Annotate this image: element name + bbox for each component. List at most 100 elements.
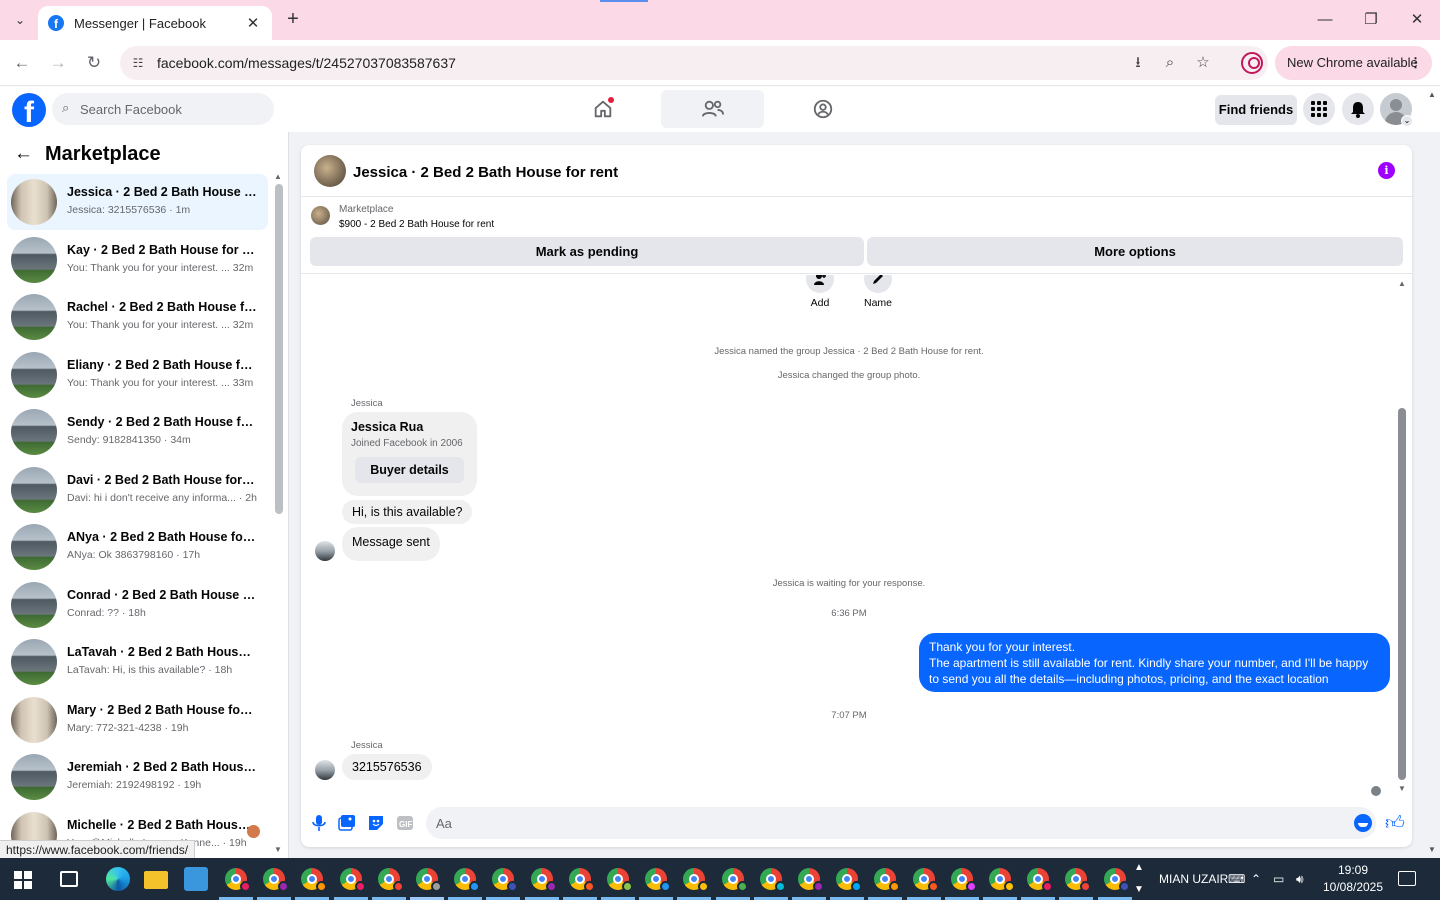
buyer-details-button[interactable]: Buyer details (355, 457, 464, 483)
minimize-button[interactable]: — (1302, 6, 1348, 34)
conversation-item[interactable]: ANya · 2 Bed 2 Bath House for rent ANya: … (7, 519, 268, 575)
forward-icon[interactable]: → (45, 50, 71, 76)
nav-home[interactable] (551, 90, 654, 128)
incoming-message[interactable]: Hi, is this available? (342, 500, 473, 524)
add-people-button[interactable]: Add (800, 275, 840, 309)
listing-thumbnail[interactable] (311, 206, 330, 225)
photo-icon[interactable] (338, 814, 356, 832)
nav-groups[interactable] (771, 90, 874, 128)
facebook-search[interactable]: ⌕ (52, 93, 274, 125)
conversation-item[interactable]: LaTavah · 2 Bed 2 Bath House for rent LaT… (7, 634, 268, 690)
url-text[interactable]: facebook.com/messages/t/2452703708358763… (157, 55, 456, 71)
app-icon[interactable] (184, 867, 208, 891)
chrome-taskbar-icon[interactable] (912, 868, 939, 892)
taskbar-scroll-up-icon[interactable]: ▲ (1134, 862, 1144, 873)
site-info-icon[interactable]: ☷ (128, 53, 148, 73)
info-icon[interactable]: i (1378, 162, 1395, 179)
address-bar[interactable]: ☷ facebook.com/messages/t/24527037083587… (120, 46, 1268, 80)
page-scroll-up-icon[interactable]: ▲ (1428, 90, 1436, 99)
microphone-icon[interactable] (310, 814, 328, 832)
network-icon[interactable]: ▭ (1273, 872, 1284, 886)
back-arrow-icon[interactable]: ← (14, 143, 33, 165)
gif-icon[interactable]: GIF (396, 814, 414, 832)
scroll-up-icon[interactable]: ▲ (274, 172, 282, 181)
chat-scroll-up-icon[interactable]: ▲ (1398, 279, 1406, 288)
listing-title[interactable]: $900 - 2 Bed 2 Bath House for rent (339, 219, 494, 230)
chrome-taskbar-icon[interactable] (339, 868, 366, 892)
language-icon[interactable]: ⌨ (1228, 872, 1245, 886)
page-scroll-down-icon[interactable]: ▼ (1428, 845, 1436, 854)
file-explorer-icon[interactable] (144, 871, 168, 889)
notifications-button[interactable] (1342, 93, 1374, 125)
taskbar-scroll-down-icon[interactable]: ▼ (1134, 884, 1144, 895)
chrome-update-button[interactable]: New Chrome available ⋮ (1275, 46, 1432, 80)
incoming-message[interactable]: Message sent (342, 527, 440, 561)
back-icon[interactable]: ← (9, 50, 35, 76)
conversation-item[interactable]: Sendy · 2 Bed 2 Bath House for rent Sendy… (7, 404, 268, 460)
chrome-taskbar-icon[interactable] (683, 868, 710, 892)
outgoing-message[interactable]: Thank you for your interest. The apartme… (919, 633, 1390, 692)
more-options-button[interactable]: More options (867, 237, 1403, 266)
nav-friends[interactable] (661, 90, 764, 128)
notification-center-icon[interactable] (1398, 871, 1416, 886)
chat-avatar[interactable] (314, 155, 346, 187)
new-tab-button[interactable]: + (282, 8, 304, 30)
chrome-menu-icon[interactable]: ⋮ (1409, 46, 1422, 80)
conversation-item[interactable]: Rachel · 2 Bed 2 Bath House for rent You:… (7, 289, 268, 345)
reload-icon[interactable]: ↻ (81, 50, 107, 76)
chrome-taskbar-icon[interactable] (263, 868, 290, 892)
facebook-logo-icon[interactable]: f (12, 93, 46, 127)
search-input[interactable] (80, 93, 270, 125)
conversation-item[interactable]: Conrad · 2 Bed 2 Bath House for rent Conr… (7, 577, 268, 633)
chrome-profile-icon[interactable] (1241, 52, 1263, 74)
chrome-taskbar-icon[interactable] (1103, 868, 1130, 892)
chrome-taskbar-icon[interactable] (1065, 868, 1092, 892)
chrome-taskbar-icon[interactable] (377, 868, 404, 892)
conversation-item[interactable]: Jeremiah · 2 Bed 2 Bath House for rent Je… (7, 749, 268, 805)
chat-scroll-down-icon[interactable]: ▼ (1398, 784, 1406, 793)
chrome-taskbar-icon[interactable] (836, 868, 863, 892)
chrome-taskbar-icon[interactable] (874, 868, 901, 892)
sender-avatar[interactable] (315, 760, 335, 780)
chrome-taskbar-icon[interactable] (225, 868, 251, 892)
conversation-item[interactable]: Davi · 2 Bed 2 Bath House for rent Davi: … (7, 462, 268, 518)
tab-close-icon[interactable]: ✕ (244, 14, 262, 32)
conversation-item[interactable]: Eliany · 2 Bed 2 Bath House for rent You:… (7, 347, 268, 403)
scroll-down-icon[interactable]: ▼ (274, 845, 282, 854)
chrome-taskbar-icon[interactable] (759, 868, 786, 892)
chrome-taskbar-icon[interactable] (798, 868, 824, 892)
conversation-item[interactable]: Mary · 2 Bed 2 Bath House for rent Mary: … (7, 692, 268, 748)
edge-icon[interactable] (106, 867, 130, 891)
tray-chevron-icon[interactable]: ⌃ (1251, 872, 1261, 886)
bookmark-star-icon[interactable]: ☆ (1192, 52, 1214, 74)
buyer-name[interactable]: Jessica Rua (351, 420, 423, 434)
chat-scrollbar[interactable] (1398, 408, 1406, 780)
chrome-taskbar-icon[interactable] (492, 868, 519, 892)
chrome-taskbar-icon[interactable] (530, 868, 557, 892)
sticker-icon[interactable] (367, 814, 385, 832)
volume-icon[interactable]: 🔊︎ (1296, 872, 1304, 887)
sidebar-scrollbar[interactable] (275, 184, 283, 514)
chevron-down-icon[interactable]: ⌄ (1401, 115, 1413, 127)
emoji-icon[interactable] (1354, 814, 1372, 832)
chat-title[interactable]: Jessica · 2 Bed 2 Bath House for rent (353, 164, 618, 181)
message-input-box[interactable] (426, 807, 1376, 839)
mark-as-pending-button[interactable]: Mark as pending (310, 237, 864, 266)
chrome-taskbar-icon[interactable] (645, 868, 672, 892)
sender-avatar[interactable] (315, 541, 335, 561)
conversation-item[interactable]: Jessica · 2 Bed 2 Bath House for rent Jes… (7, 174, 268, 230)
chrome-taskbar-icon[interactable] (568, 868, 595, 892)
chrome-taskbar-icon[interactable] (607, 868, 633, 892)
chrome-taskbar-icon[interactable] (301, 868, 328, 892)
restore-button[interactable]: ❐ (1348, 6, 1394, 34)
message-input[interactable] (436, 807, 1336, 839)
incoming-message[interactable]: 3215576536 (342, 754, 432, 780)
name-group-button[interactable]: Name (858, 275, 898, 309)
find-friends-button[interactable]: Find friends (1215, 95, 1297, 125)
chrome-taskbar-icon[interactable] (1027, 868, 1054, 892)
task-view-icon[interactable] (60, 871, 78, 887)
chrome-taskbar-icon[interactable] (454, 868, 481, 892)
conversation-item[interactable]: Kay · 2 Bed 2 Bath House for rent You: Th… (7, 232, 268, 288)
taskbar-clock[interactable]: 19:09 10/08/2025 (1318, 862, 1388, 896)
user-label[interactable]: MIAN UZAIR (1159, 872, 1228, 886)
